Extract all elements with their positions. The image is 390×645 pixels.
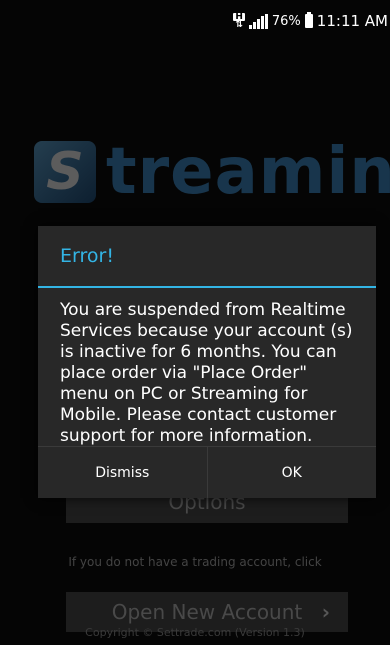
status-indicators: H ⇅ 76% 11:11 AM	[233, 12, 388, 30]
dialog-message: You are suspended from Realtime Services…	[60, 300, 353, 446]
battery-icon	[304, 12, 313, 28]
network-type-icon: H ⇅	[233, 12, 245, 30]
dialog-title: Error!	[38, 226, 376, 288]
copyright-text: Copyright © Settrade.com (Version 1.3)	[85, 626, 305, 639]
signup-hint: If you do not have a trading account, cl…	[68, 555, 322, 569]
dismiss-button[interactable]: Dismiss	[38, 447, 207, 498]
battery-percent: 76%	[271, 13, 301, 29]
dialog-actions: Dismiss OK	[38, 446, 376, 498]
clock: 11:11 AM	[316, 12, 388, 30]
status-bar: H ⇅ 76% 11:11 AM	[0, 0, 390, 44]
ok-button[interactable]: OK	[208, 447, 377, 498]
logo-text: treaming	[106, 135, 390, 209]
signal-icon	[248, 13, 268, 29]
open-new-account-label: Open New Account	[111, 600, 303, 624]
app-logo: S treaming	[34, 140, 390, 204]
logo-mark-icon: S	[34, 141, 96, 203]
error-dialog: Error! You are suspended from Realtime S…	[38, 226, 376, 498]
app-screen: H ⇅ 76% 11:11 AM S treaming Options If y…	[0, 0, 390, 645]
